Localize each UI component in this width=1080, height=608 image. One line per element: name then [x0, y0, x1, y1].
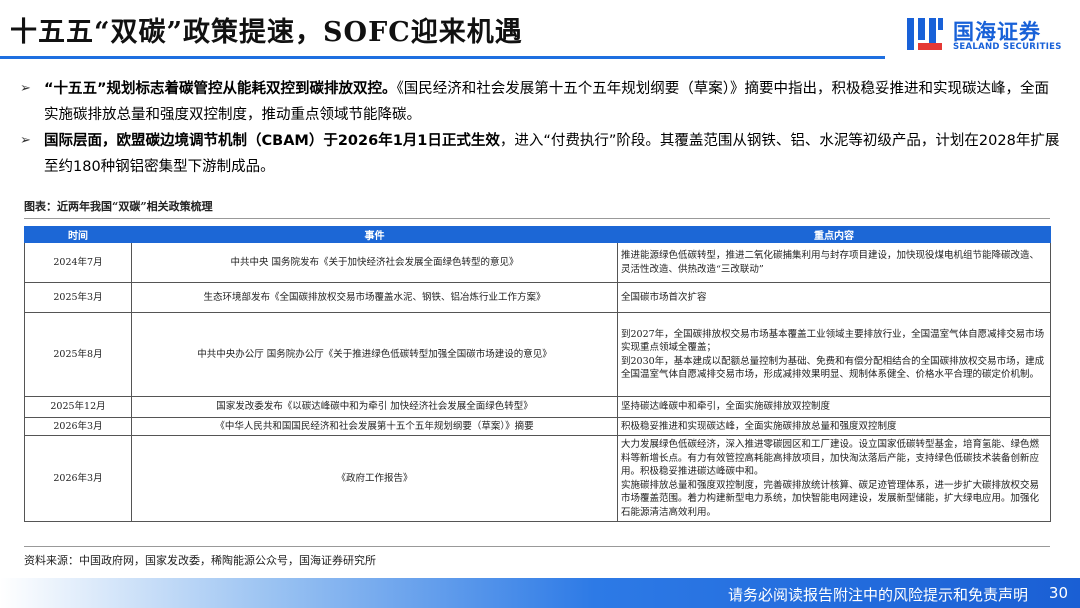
- row-event: 《政府工作报告》: [131, 435, 618, 522]
- slide-header: 十五五“双碳”政策提速，SOFC迎来机遇 国海证券 SEALAND SECURI…: [0, 0, 1080, 60]
- title-underline: [0, 56, 885, 59]
- row-time: 2024年7月: [24, 242, 132, 283]
- logo-english-name: SEALAND SECURITIES: [953, 42, 1062, 52]
- table-header-row: 时间 事件 重点内容: [24, 226, 1051, 243]
- source-divider: [24, 546, 1050, 547]
- column-header-event: 事件: [131, 226, 618, 243]
- table-row: 2025年8月 中共中央办公厅 国务院办公厅《关于推进绿色低碳转型加强全国碳市场…: [24, 312, 1051, 397]
- bullet-list: ➢ “十五五”规划标志着碳管控从能耗双控到碳排放双控。《国民经济和社会发展第十五…: [20, 76, 1060, 180]
- bullet-2-emphasis: 国际层面，欧盟碳边境调节机制（CBAM）于2026年1月1日正式生效: [44, 133, 500, 149]
- page-number: 30: [1048, 584, 1068, 602]
- row-event: 国家发改委发布《以碳达峰碳中和为牵引 加快经济社会发展全面绿色转型》: [131, 396, 618, 418]
- policy-table: 时间 事件 重点内容 2024年7月 中共中央 国务院发布《关于加快经济社会发展…: [24, 226, 1051, 522]
- column-header-content: 重点内容: [617, 226, 1051, 243]
- row-content: 大力发展绿色低碳经济，深入推进零碳园区和工厂建设。设立国家低碳转型基金，培育氢能…: [617, 435, 1051, 522]
- company-logo: 国海证券 SEALAND SECURITIES: [905, 14, 1075, 56]
- table-row: 2026年3月 《政府工作报告》 大力发展绿色低碳经济，深入推进零碳园区和工厂建…: [24, 435, 1051, 522]
- sealand-logo-icon: [907, 18, 943, 50]
- row-content: 全国碳市场首次扩容: [617, 282, 1051, 313]
- row-time: 2025年8月: [24, 312, 132, 397]
- row-time: 2025年12月: [24, 396, 132, 418]
- row-time: 2026年3月: [24, 435, 132, 522]
- table-row: 2026年3月 《中华人民共和国国民经济和社会发展第十五个五年规划纲要（草案）》…: [24, 417, 1051, 436]
- row-time: 2025年3月: [24, 282, 132, 313]
- bullet-1-emphasis: “十五五”规划标志着碳管控从能耗双控到碳排放双控。: [44, 81, 397, 97]
- footer-disclaimer: 请务必阅读报告附注中的风险提示和免责声明: [727, 586, 1028, 604]
- table-row: 2025年3月 生态环境部发布《全国碳排放权交易市场覆盖水泥、钢铁、铝冶炼行业工…: [24, 282, 1051, 313]
- slide-title: 十五五“双碳”政策提速，SOFC迎来机遇: [10, 17, 523, 48]
- arrow-bullet-icon: ➢: [20, 133, 31, 148]
- arrow-bullet-icon: ➢: [20, 81, 31, 96]
- figure-caption: 图表：近两年我国“双碳”相关政策梳理: [24, 200, 213, 213]
- row-content: 积极稳妥推进和实现碳达峰，全面实施碳排放总量和强度双控制度: [617, 417, 1051, 436]
- data-source-note: 资料来源：中国政府网，国家发改委，稀陶能源公众号，国海证券研究所: [24, 554, 376, 567]
- caption-divider: [24, 218, 1050, 219]
- bullet-item-1: ➢ “十五五”规划标志着碳管控从能耗双控到碳排放双控。《国民经济和社会发展第十五…: [20, 76, 1060, 128]
- row-event: 中共中央办公厅 国务院办公厅《关于推进绿色低碳转型加强全国碳市场建设的意见》: [131, 312, 618, 397]
- column-header-time: 时间: [24, 226, 132, 243]
- row-content: 到2027年，全国碳排放权交易市场基本覆盖工业领域主要排放行业，全国温室气体自愿…: [617, 312, 1051, 397]
- table-row: 2025年12月 国家发改委发布《以碳达峰碳中和为牵引 加快经济社会发展全面绿色…: [24, 396, 1051, 418]
- row-event: 《中华人民共和国国民经济和社会发展第十五个五年规划纲要（草案）》摘要: [131, 417, 618, 436]
- row-content: 坚持碳达峰碳中和牵引，全面实施碳排放双控制度: [617, 396, 1051, 418]
- row-event: 中共中央 国务院发布《关于加快经济社会发展全面绿色转型的意见》: [131, 242, 618, 283]
- row-event: 生态环境部发布《全国碳排放权交易市场覆盖水泥、钢铁、铝冶炼行业工作方案》: [131, 282, 618, 313]
- row-content: 推进能源绿色低碳转型，推进二氧化碳捕集利用与封存项目建设，加快现役煤电机组节能降…: [617, 242, 1051, 283]
- bullet-item-2: ➢ 国际层面，欧盟碳边境调节机制（CBAM）于2026年1月1日正式生效，进入“…: [20, 128, 1060, 180]
- table-row: 2024年7月 中共中央 国务院发布《关于加快经济社会发展全面绿色转型的意见》 …: [24, 242, 1051, 283]
- row-time: 2026年3月: [24, 417, 132, 436]
- footer-bar: 请务必阅读报告附注中的风险提示和免责声明 30: [0, 578, 1080, 608]
